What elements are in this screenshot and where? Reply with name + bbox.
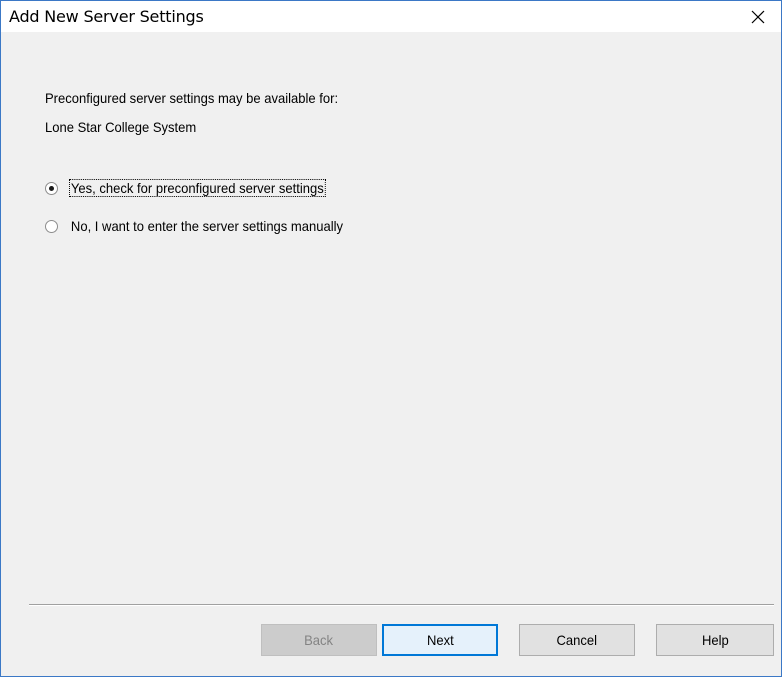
radio-button-selected[interactable] [45,181,58,195]
back-button[interactable]: Back [261,624,377,656]
title-bar[interactable]: Add New Server Settings [1,1,781,32]
radio-option-no[interactable]: No, I want to enter the server settings … [45,216,365,236]
next-button-label: Next [426,632,454,648]
info-text: Preconfigured server settings may be ava… [45,90,339,106]
help-button-label: Help [701,632,729,648]
window-title: Add New Server Settings [9,7,204,26]
close-button[interactable] [735,1,781,32]
dialog-window: Add New Server Settings Preconfigured se… [0,0,782,677]
radio-label-yes[interactable]: Yes, check for preconfigured server sett… [69,179,326,197]
cancel-button-label: Cancel [556,632,598,648]
dialog-content: Preconfigured server settings may be ava… [1,32,781,676]
cancel-button[interactable]: Cancel [519,624,635,656]
radio-option-yes[interactable]: Yes, check for preconfigured server sett… [45,178,344,198]
organization-name: Lone Star College System [45,119,197,135]
next-button[interactable]: Next [382,624,498,656]
button-separator [29,604,774,606]
radio-button-unselected[interactable] [45,219,58,233]
back-button-label: Back [304,632,334,648]
help-button[interactable]: Help [656,624,774,656]
close-icon [751,10,765,23]
radio-label-no[interactable]: No, I want to enter the server settings … [70,218,344,234]
